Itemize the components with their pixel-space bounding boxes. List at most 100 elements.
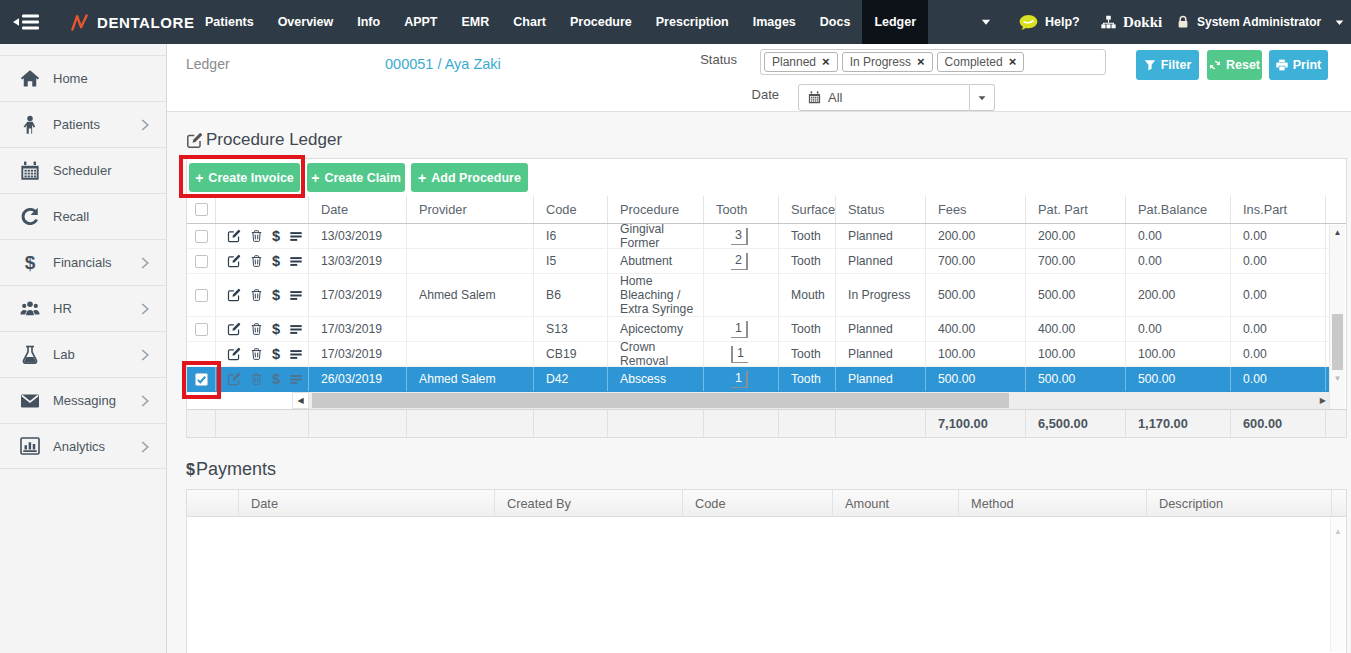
column-header-pat-part[interactable]: Pat. Part [1026,196,1126,223]
edit-icon[interactable] [227,322,241,336]
edit-icon[interactable] [227,229,241,243]
create-invoice-button[interactable]: +Create Invoice [189,163,300,192]
edit-icon[interactable] [227,347,241,361]
sidebar-item-patients[interactable]: Patients [0,101,166,147]
scroll-right-icon[interactable]: ▶ [1320,392,1326,409]
help-menu[interactable]: Help? [1019,0,1080,44]
nav-item-ledger[interactable]: Ledger [862,0,928,44]
column-header-status[interactable]: Status [836,196,926,223]
procedure-row[interactable]: $17/03/2019S13Apicectomy1ToothPlanned400… [187,317,1329,342]
edit-icon[interactable] [227,288,241,302]
payment-icon[interactable]: $ [272,372,280,387]
add-procedure-button[interactable]: +Add Procedure [411,163,528,192]
nav-item-info[interactable]: Info [345,0,392,44]
vertical-scroll-thumb[interactable] [1332,314,1343,370]
print-button[interactable]: Print [1269,50,1328,80]
reset-button[interactable]: Reset [1207,50,1262,80]
delete-icon[interactable] [250,229,263,243]
scroll-left-icon[interactable]: ◀ [292,392,309,409]
sidebar-item-analytics[interactable]: Analytics [0,423,166,469]
payment-icon[interactable]: $ [272,254,280,269]
delete-icon[interactable] [250,372,263,386]
payments-column-header-description[interactable]: Description [1146,490,1331,516]
nav-item-chart[interactable]: Chart [501,0,558,44]
nav-item-emr[interactable]: EMR [450,0,502,44]
column-header-date[interactable]: Date [309,196,407,223]
date-select[interactable]: All [798,84,970,111]
nav-item-appt[interactable]: APPT [392,0,449,44]
payment-icon[interactable]: $ [272,322,280,337]
column-header-tooth[interactable]: Tooth [704,196,779,223]
column-header-procedure[interactable]: Procedure [608,196,704,223]
payments-column-header-date[interactable]: Date [238,490,494,516]
horizontal-scroll-thumb[interactable] [312,393,1009,408]
payments-column-header-created-by[interactable]: Created By [494,490,682,516]
filter-button[interactable]: Filter [1136,50,1199,80]
select-all-checkbox[interactable] [195,203,208,216]
remove-tag-icon[interactable]: × [822,57,830,67]
column-header-code[interactable]: Code [534,196,608,223]
vertical-scrollbar[interactable]: ▲ ▼ [1329,225,1345,409]
details-icon[interactable] [289,373,303,386]
dokki-brand[interactable]: Dokki [1101,0,1162,44]
details-icon[interactable] [289,323,303,336]
details-icon[interactable] [289,230,303,243]
edit-icon[interactable] [227,372,241,386]
payments-column-header-method[interactable]: Method [958,490,1146,516]
row-checkbox[interactable] [195,373,208,386]
payments-vertical-scrollbar[interactable]: ▲ [1330,517,1345,652]
procedure-row[interactable]: $26/03/2019Ahmed SalemD42Abscess1ToothPl… [187,367,1329,392]
sidebar-item-recall[interactable]: Recall [0,193,166,239]
row-checkbox[interactable] [195,255,208,268]
nav-item-procedure[interactable]: Procedure [558,0,644,44]
delete-icon[interactable] [250,288,263,302]
remove-tag-icon[interactable]: × [917,57,925,67]
navbar-more-dropdown[interactable] [966,0,1006,44]
payment-icon[interactable]: $ [272,229,280,244]
payments-column-header-amount[interactable]: Amount [832,490,958,516]
sidebar-item-hr[interactable]: HR [0,285,166,331]
payment-icon[interactable]: $ [272,347,280,362]
nav-item-patients[interactable]: Patients [193,0,266,44]
row-checkbox[interactable] [195,323,208,336]
nav-item-images[interactable]: Images [741,0,808,44]
user-menu[interactable]: System Administrator [1176,0,1345,44]
sidebar-item-home[interactable]: Home [0,55,166,101]
column-header-pat-balance[interactable]: Pat.Balance [1126,196,1231,223]
sidebar-toggle-icon[interactable] [13,12,41,32]
scroll-up-icon[interactable]: ▲ [1330,228,1345,237]
procedure-row[interactable]: $17/03/2019Ahmed SalemB6Home Bleaching /… [187,274,1329,317]
brand[interactable]: DENTALORE [70,0,195,44]
create-claim-button[interactable]: +Create Claim [307,163,405,192]
delete-icon[interactable] [250,322,263,336]
delete-icon[interactable] [250,347,263,361]
status-tags-box[interactable]: Planned×In Progress×Completed× [760,49,1106,75]
nav-item-overview[interactable]: Overview [266,0,346,44]
payment-icon[interactable]: $ [272,288,280,303]
details-icon[interactable] [289,255,303,268]
row-checkbox[interactable] [195,230,208,243]
column-header-provider[interactable]: Provider [407,196,534,223]
procedure-row[interactable]: $13/03/2019I6Gingival Former3ToothPlanne… [187,224,1329,249]
row-checkbox[interactable] [195,289,208,302]
payments-column-header-code[interactable]: Code [682,490,832,516]
scroll-down-icon[interactable]: ▼ [1330,374,1345,383]
column-header-surface[interactable]: Surface [779,196,836,223]
horizontal-scrollbar[interactable]: ◀ ▶ [292,392,1329,409]
sidebar-item-lab[interactable]: Lab [0,331,166,377]
patient-link[interactable]: 000051 / Aya Zaki [385,56,501,72]
procedure-row[interactable]: $17/03/2019CB19Crown Removal1ToothPlanne… [187,342,1329,367]
sidebar-item-messaging[interactable]: Messaging [0,377,166,423]
sidebar-item-financials[interactable]: $Financials [0,239,166,285]
procedure-row[interactable]: $13/03/2019I5Abutment2ToothPlanned700.00… [187,249,1329,274]
sidebar-item-scheduler[interactable]: Scheduler [0,147,166,193]
column-header-fees[interactable]: Fees [926,196,1026,223]
details-icon[interactable] [289,289,303,302]
nav-item-prescription[interactable]: Prescription [644,0,741,44]
edit-icon[interactable] [227,254,241,268]
details-icon[interactable] [289,348,303,361]
nav-item-docs[interactable]: Docs [808,0,863,44]
delete-icon[interactable] [250,254,263,268]
remove-tag-icon[interactable]: × [1009,57,1017,67]
date-dropdown-button[interactable] [970,84,995,111]
